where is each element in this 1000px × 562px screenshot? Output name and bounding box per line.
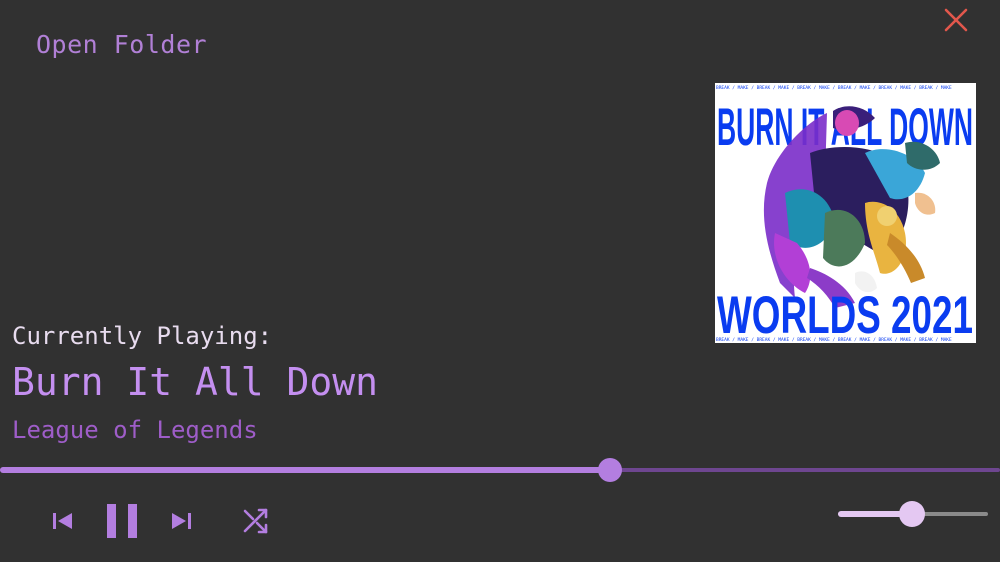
pause-icon bbox=[107, 504, 137, 538]
album-strip-bottom: BREAK / MAKE / BREAK / MAKE / BREAK / MA… bbox=[716, 337, 952, 343]
close-button[interactable] bbox=[940, 4, 972, 36]
album-strip-top: BREAK / MAKE / BREAK / MAKE / BREAK / MA… bbox=[716, 85, 952, 91]
seek-slider[interactable] bbox=[0, 458, 1000, 482]
seek-thumb[interactable] bbox=[598, 458, 622, 482]
currently-playing-label: Currently Playing: bbox=[12, 322, 273, 350]
next-button[interactable] bbox=[168, 508, 194, 534]
skip-previous-icon bbox=[53, 513, 72, 529]
seek-progress-fill bbox=[0, 467, 610, 473]
play-pause-button[interactable] bbox=[104, 502, 140, 540]
open-folder-button[interactable]: Open Folder bbox=[36, 30, 207, 59]
track-artist: League of Legends bbox=[12, 416, 258, 444]
album-bottom-text: WORLDS 2021 bbox=[717, 286, 973, 343]
skip-next-icon bbox=[172, 513, 191, 529]
volume-slider[interactable] bbox=[838, 501, 988, 527]
shuffle-button[interactable] bbox=[241, 506, 271, 536]
previous-button[interactable] bbox=[50, 508, 76, 534]
music-player-window: Open Folder BREAK / MAKE / BREAK / MAKE … bbox=[0, 0, 1000, 562]
album-art-image: BREAK / MAKE / BREAK / MAKE / BREAK / MA… bbox=[715, 83, 976, 343]
close-icon bbox=[944, 8, 968, 32]
album-art: BREAK / MAKE / BREAK / MAKE / BREAK / MA… bbox=[715, 83, 976, 343]
shuffle-icon bbox=[243, 508, 268, 534]
volume-thumb[interactable] bbox=[899, 501, 925, 527]
track-title: Burn It All Down bbox=[12, 360, 379, 404]
